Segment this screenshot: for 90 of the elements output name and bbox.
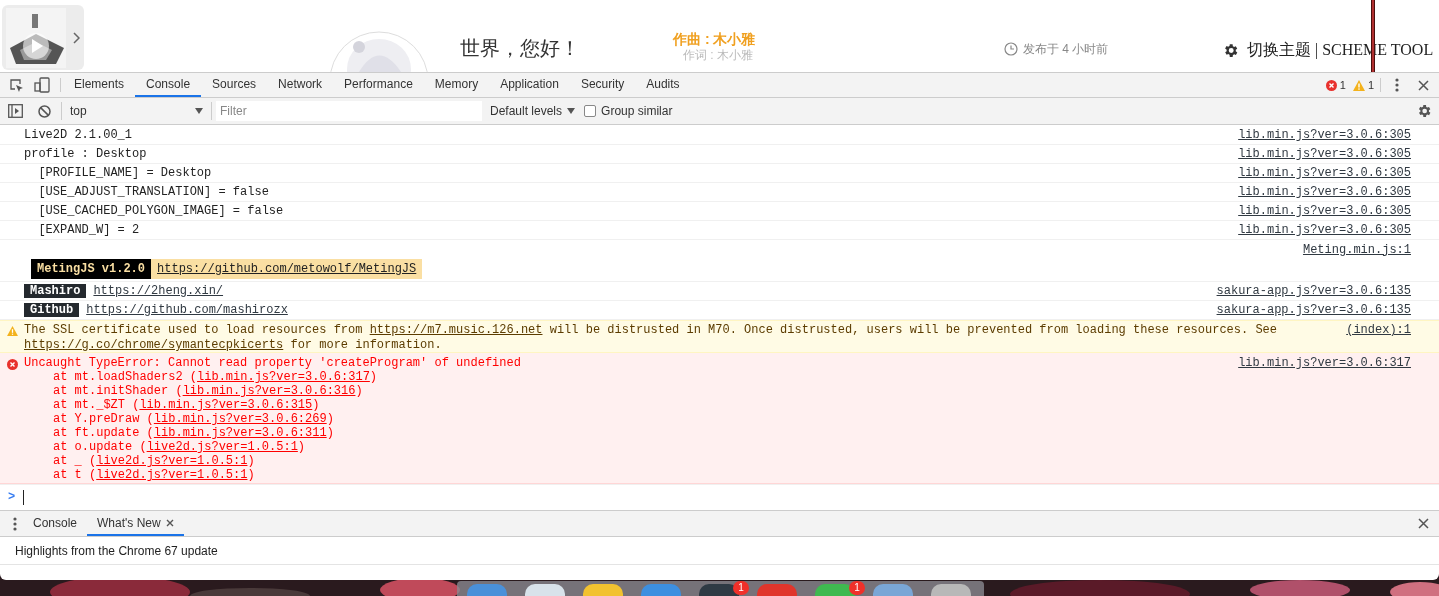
source-link[interactable]: lib.min.js?ver=3.0.6:317 — [1238, 356, 1411, 370]
drawer-tab[interactable]: Console — [23, 511, 88, 536]
warning-icon — [1352, 79, 1365, 91]
devtools-tab[interactable]: Memory — [423, 73, 490, 97]
url-link[interactable]: live2d.js?ver=1.0.5:1 — [96, 468, 248, 482]
source-link[interactable]: sakura-app.js?ver=3.0.6:135 — [1216, 301, 1411, 319]
player-thumbnail[interactable] — [2, 5, 84, 70]
page-title: 世界，您好！ — [460, 36, 580, 61]
source-link[interactable]: sakura-app.js?ver=3.0.6:135 — [1216, 282, 1411, 300]
drawer-menu-icon[interactable] — [13, 516, 17, 531]
clock-icon — [1004, 42, 1018, 56]
stack-frame: at o.update (live2d.js?ver=1.0.5:1) — [24, 440, 521, 454]
publish-time: 发布于 4 小时前 — [1023, 41, 1109, 58]
filter-field[interactable]: Filter — [216, 101, 482, 121]
source-link[interactable]: lib.min.js?ver=3.0.6:305 — [1238, 145, 1411, 163]
chevron-right-icon[interactable] — [73, 31, 80, 44]
devtools-tab[interactable]: Security — [569, 73, 636, 97]
source-link[interactable]: Meting.min.js:1 — [1302, 240, 1411, 259]
prompt-symbol: > — [8, 489, 16, 506]
group-similar-label: Group similar — [601, 103, 673, 120]
notification-badge: 1 — [849, 581, 865, 595]
url-link[interactable]: https://github.com/mashirozx — [86, 301, 288, 319]
more-options-icon[interactable] — [1395, 78, 1399, 92]
stack-frame: at mt._$ZT (lib.min.js?ver=3.0.6:315) — [24, 398, 521, 412]
devtools-tab[interactable]: Performance — [333, 73, 424, 97]
stack-frame: at mt.loadShaders2 (lib.min.js?ver=3.0.6:317) — [24, 370, 521, 384]
source-link[interactable]: (index):1 — [1346, 323, 1411, 338]
devtools-tab[interactable]: Application — [489, 73, 570, 97]
device-toolbar-icon[interactable] — [34, 77, 50, 93]
notification-badge: 1 — [733, 581, 749, 595]
stack-frame: at Y.preDraw (lib.min.js?ver=3.0.6:269) — [24, 412, 521, 426]
url-link[interactable]: live2d.js?ver=1.0.5:1 — [96, 454, 248, 468]
url-link[interactable]: https://m7.music.126.net — [369, 323, 543, 337]
log-message: [USE_CACHED_POLYGON_IMAGE] = false — [37, 203, 284, 220]
stack-frame: at _ (live2d.js?ver=1.0.5:1) — [24, 454, 521, 468]
log-message: [EXPAND_W] = 2 — [37, 222, 140, 239]
caret-icon — [567, 108, 576, 114]
devtools-tab[interactable]: Network — [267, 73, 334, 97]
url-link[interactable]: lib.min.js?ver=3.0.6:316 — [182, 384, 356, 398]
inspect-icon[interactable] — [9, 77, 24, 93]
warning-count: 1 — [1367, 77, 1374, 93]
warning-icon — [7, 326, 18, 336]
composer-credit: 作曲 : 木小雅 — [673, 30, 756, 48]
error-count: 1 — [1339, 77, 1346, 93]
error-message: Uncaught TypeError: Cannot read property 'createProgram' of undefined — [24, 356, 521, 370]
url-link[interactable]: lib.min.js?ver=3.0.6:315 — [139, 398, 313, 412]
log-message: [USE_ADJUST_TRANSLATION] = false — [37, 184, 269, 201]
dock-app-icon[interactable] — [699, 584, 739, 596]
source-link[interactable]: lib.min.js?ver=3.0.6:305 — [1238, 126, 1411, 144]
source-link[interactable]: lib.min.js?ver=3.0.6:305 — [1238, 221, 1411, 239]
settings-icon[interactable] — [1416, 103, 1432, 119]
devtools-tab[interactable]: Audits — [635, 73, 691, 97]
console-badge: Github — [24, 303, 80, 317]
caret-icon — [195, 108, 203, 114]
group-similar-checkbox[interactable] — [584, 105, 597, 117]
whats-new-headline: Highlights from the Chrome 67 update — [15, 542, 218, 560]
log-message: Live2D 2.1.00_1 — [24, 127, 133, 144]
lyricist-credit: 作词 : 木小雅 — [683, 47, 753, 63]
log-levels-dropdown[interactable]: Default levels — [490, 102, 576, 120]
source-link[interactable]: lib.min.js?ver=3.0.6:305 — [1238, 202, 1411, 220]
error-icon — [1325, 79, 1337, 91]
context-selector[interactable]: top — [70, 102, 207, 120]
error-icon — [7, 359, 18, 370]
console-badge: MetingJS v1.2.0 — [31, 259, 152, 279]
url-link[interactable]: https://g.co/chrome/symantecpkicerts — [24, 338, 284, 352]
url-link[interactable]: https://2heng.xin/ — [93, 282, 224, 300]
sidebar-toggle-icon[interactable] — [8, 104, 23, 118]
dock-app-icon[interactable] — [583, 584, 623, 596]
console-badge: Mashiro — [24, 284, 87, 298]
url-link[interactable]: https://github.com/metowolf/MetingJS — [151, 259, 423, 279]
clear-console-icon[interactable] — [38, 104, 51, 118]
close-tab-icon[interactable] — [165, 518, 174, 527]
close-icon[interactable] — [1418, 79, 1429, 91]
source-link[interactable]: lib.min.js?ver=3.0.6:305 — [1238, 183, 1411, 201]
url-link[interactable]: lib.min.js?ver=3.0.6:317 — [197, 370, 370, 384]
stack-frame: at ft.update (lib.min.js?ver=3.0.6:311) — [24, 426, 521, 440]
devtools-tab[interactable]: Sources — [201, 73, 268, 97]
stack-frame: at mt.initShader (lib.min.js?ver=3.0.6:316) — [24, 384, 521, 398]
url-link[interactable]: lib.min.js?ver=3.0.6:269 — [153, 412, 327, 426]
url-link[interactable]: lib.min.js?ver=3.0.6:311 — [153, 426, 327, 440]
devtools-tab[interactable]: Elements — [63, 73, 136, 97]
warning-message: The SSL certificate used to load resources from https://m7.music.126.net will be distrusted in M70. Once distrusted, users will be prevented from loading these resources. See https://g.co/chrome/symantecpkicerts for more information. — [24, 323, 1278, 353]
close-drawer-icon[interactable] — [1418, 518, 1429, 529]
log-message: profile : Desktop — [24, 146, 147, 163]
url-link[interactable]: live2d.js?ver=1.0.5:1 — [146, 440, 298, 454]
source-link[interactable]: lib.min.js?ver=3.0.6:305 — [1238, 164, 1411, 182]
gear-icon[interactable] — [1222, 41, 1239, 59]
log-message: [PROFILE_NAME] = Desktop — [37, 165, 212, 182]
stack-frame: at t (live2d.js?ver=1.0.5:1) — [24, 468, 521, 482]
dock-app-icon[interactable] — [525, 584, 565, 596]
